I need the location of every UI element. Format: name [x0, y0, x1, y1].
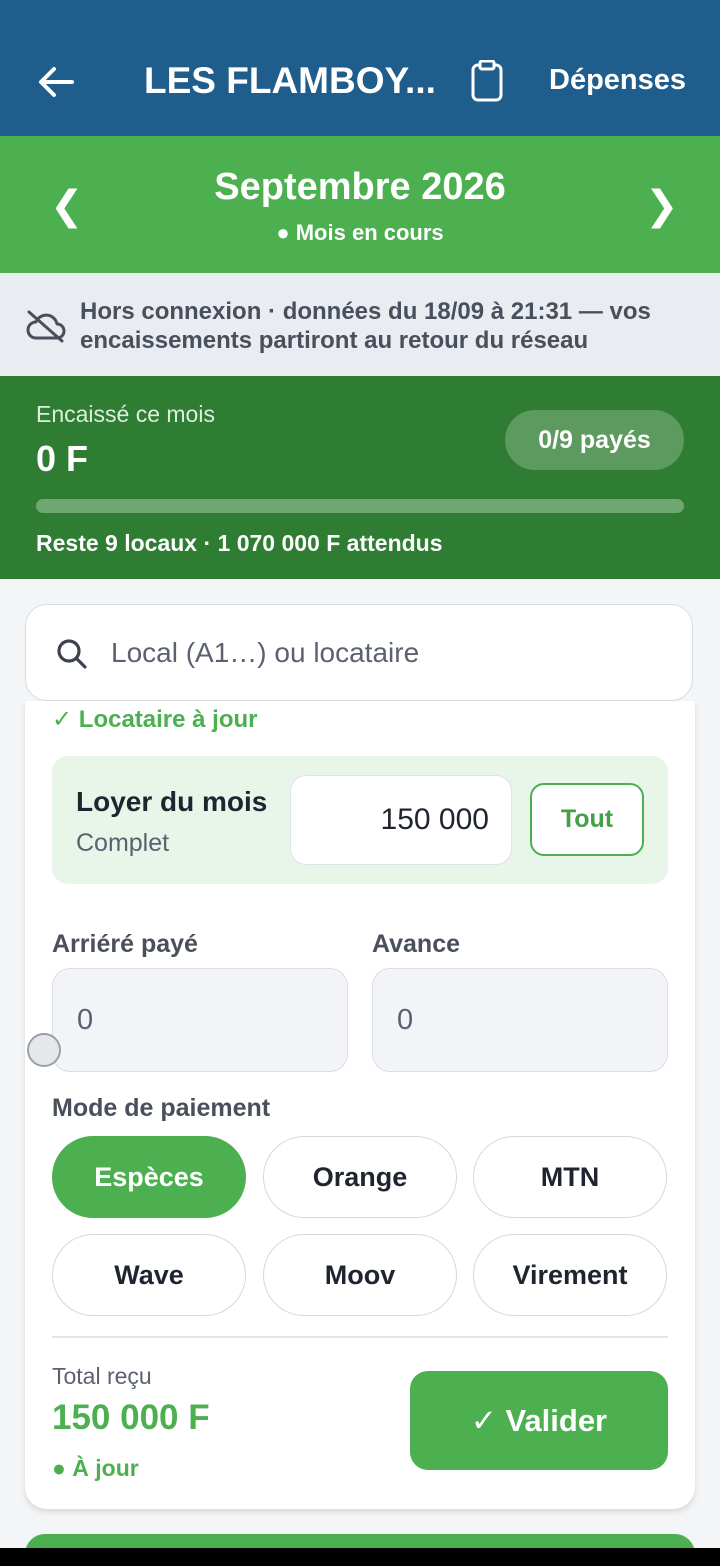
navigation-bar [0, 1548, 720, 1566]
rent-amount-input[interactable]: 150 000 [290, 775, 512, 865]
total-amount: 150 000 F [52, 1398, 210, 1437]
collected-label: Encaissé ce mois [36, 401, 215, 427]
validate-button[interactable]: ✓ Valider [410, 1371, 668, 1470]
arrears-input[interactable]: 0 [52, 968, 348, 1072]
app-bar: LES FLAMBOY... Dépenses [0, 12, 720, 136]
divider [52, 1336, 668, 1338]
expenses-button[interactable]: Dépenses [549, 64, 686, 97]
drag-handle[interactable] [27, 1033, 61, 1067]
month-selector: ❮ Septembre 2026 ● Mois en cours ❯ [0, 136, 720, 273]
payment-virement-button[interactable]: Virement [473, 1234, 667, 1316]
arrears-label: Arriéré payé [52, 930, 198, 958]
rent-title: Loyer du mois [76, 786, 268, 817]
total-status: ● À jour [52, 1455, 139, 1481]
property-title: LES FLAMBOY... [144, 60, 436, 101]
month-title: Septembre 2026 [214, 166, 506, 208]
search-input[interactable]: Local (A1…) ou locataire [25, 604, 693, 701]
back-arrow-icon[interactable] [36, 62, 76, 102]
payment-especes-button[interactable]: Espèces [52, 1136, 246, 1218]
rent-section: Loyer du mois Complet 150 000 Tout [52, 756, 668, 884]
collected-amount: 0 F [36, 438, 89, 479]
payment-mtn-button[interactable]: MTN [473, 1136, 667, 1218]
next-month-button[interactable]: ❯ [645, 182, 679, 230]
payment-orange-button[interactable]: Orange [263, 1136, 457, 1218]
monthly-summary: Encaissé ce mois 0 F 0/9 payés Reste 9 l… [0, 376, 720, 579]
search-placeholder: Local (A1…) ou locataire [111, 637, 420, 668]
payment-mode-label: Mode de paiement [52, 1094, 271, 1122]
rent-subtitle: Complet [76, 829, 170, 857]
cloud-off-icon [26, 310, 66, 343]
paid-count-badge: 0/9 payés [505, 410, 684, 470]
offline-banner: Hors connexion · données du 18/09 à 21:3… [0, 273, 720, 376]
clipboard-icon[interactable] [470, 60, 504, 102]
payment-card: ✓ Locataire à jour Loyer du mois Complet… [25, 701, 695, 1509]
current-month-indicator: ● Mois en cours [276, 220, 444, 245]
collection-progress-bar [36, 499, 684, 513]
advance-input[interactable]: 0 [372, 968, 668, 1072]
payment-wave-button[interactable]: Wave [52, 1234, 246, 1316]
offline-message: Hors connexion · données du 18/09 à 21:3… [80, 298, 651, 354]
advance-label: Avance [372, 930, 461, 958]
status-bar [0, 0, 720, 12]
remaining-summary: Reste 9 locaux · 1 070 000 F attendus [36, 530, 443, 556]
total-label: Total reçu [52, 1363, 152, 1389]
search-icon [57, 639, 87, 669]
payment-moov-button[interactable]: Moov [263, 1234, 457, 1316]
fill-all-button[interactable]: Tout [530, 783, 644, 856]
tenant-status: ✓ Locataire à jour [52, 706, 258, 733]
